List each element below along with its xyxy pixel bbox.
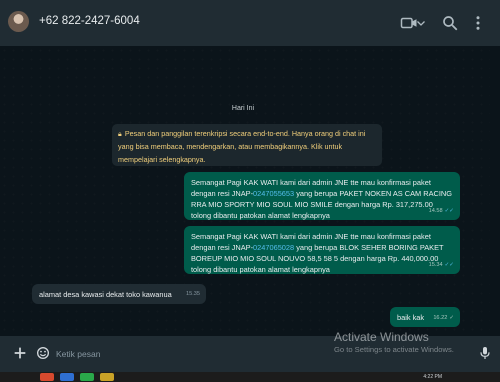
message-meta: 16.22 ✓	[433, 313, 454, 324]
tracking-number-link[interactable]: 0247055653	[253, 189, 294, 198]
check-icon: ✓	[449, 315, 454, 321]
avatar[interactable]	[8, 11, 29, 32]
chat-header: +62 822-2427-6004	[0, 0, 500, 46]
taskbar-app-icon[interactable]	[40, 373, 54, 381]
scrollbar[interactable]	[490, 46, 500, 336]
taskbar-clock[interactable]: 4:22 PM	[423, 374, 442, 380]
taskbar: 4:22 PM	[0, 372, 500, 382]
chevron-down-icon[interactable]	[415, 14, 427, 32]
message-meta: 15.34 ✓✓	[429, 260, 454, 271]
activate-subtitle: Go to Settings to activate Windows.	[334, 345, 454, 354]
taskbar-app-icon[interactable]	[100, 373, 114, 381]
message-outgoing[interactable]: Semangat Pagi KAK WATI kami dari admin J…	[184, 226, 460, 274]
message-time: 16.22	[433, 315, 448, 321]
day-label: Hari Ini	[231, 105, 255, 112]
menu-icon[interactable]	[469, 14, 487, 32]
taskbar-app-icon[interactable]	[80, 373, 94, 381]
encryption-notice[interactable]: 🔒︎ Pesan dan panggilan terenkripsi secara…	[112, 124, 382, 166]
encryption-notice-text: Pesan dan panggilan terenkripsi secara e…	[118, 129, 366, 164]
double-check-icon: ✓✓	[444, 262, 454, 268]
message-incoming[interactable]: alamat desa kawasi dekat toko kawanua 15…	[32, 284, 206, 304]
message-text: baik kak	[397, 313, 425, 322]
contact-name[interactable]: +62 822-2427-6004	[39, 15, 140, 27]
activate-title: Activate Windows	[334, 330, 429, 344]
message-meta: 14.58 ✓✓	[429, 206, 454, 217]
plus-icon[interactable]	[12, 345, 28, 361]
windows-activation-watermark: Activate Windows Go to Settings to activ…	[334, 330, 500, 354]
sticker-icon[interactable]	[35, 345, 51, 361]
message-time: 14.58	[428, 208, 443, 214]
tracking-number-link[interactable]: 0247065028	[253, 243, 294, 252]
message-time: 15.35	[186, 291, 200, 297]
message-text: alamat desa kawasi dekat toko kawanua	[39, 290, 172, 299]
search-icon[interactable]	[441, 14, 459, 32]
message-outgoing[interactable]: baik kak 16.22 ✓	[390, 307, 460, 327]
message-outgoing[interactable]: Semangat Pagi KAK WATI kami dari admin J…	[184, 172, 460, 220]
double-check-icon: ✓✓	[444, 208, 454, 214]
taskbar-app-icon[interactable]	[60, 373, 74, 381]
message-time: 15.34	[428, 262, 443, 268]
lock-icon: 🔒︎	[118, 129, 122, 138]
